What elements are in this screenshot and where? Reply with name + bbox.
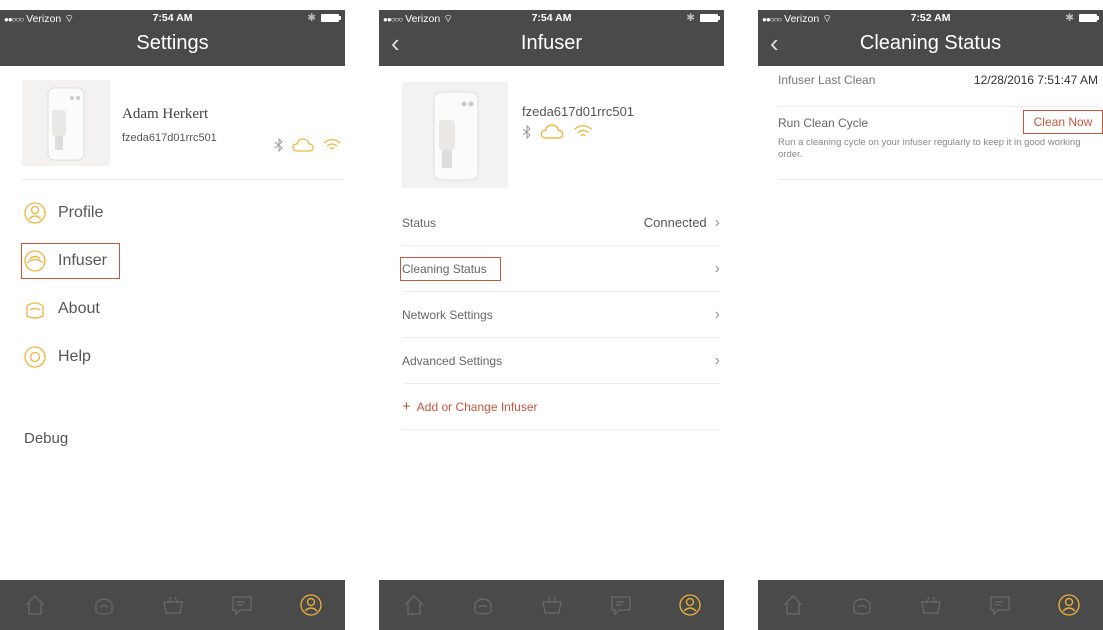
tab-basket[interactable]	[161, 593, 185, 617]
home-icon	[25, 595, 44, 615]
account-icon	[299, 594, 322, 616]
tab-chat[interactable]	[609, 593, 633, 617]
battery-icon	[1079, 14, 1099, 22]
infuser-highlight	[21, 243, 120, 279]
status-bar: ●●○○○ Verizon ⌔ 7:54 AM ✱	[379, 10, 724, 28]
cleaning-status-highlight	[400, 257, 501, 281]
home-icon	[783, 595, 802, 615]
last-clean-row: Infuser Last Clean 12/28/2016 7:51:47 AM	[778, 73, 1098, 107]
bluetooth-status-icon: ✱	[1065, 12, 1074, 24]
leaf-icon	[94, 598, 113, 615]
tab-account[interactable]	[1057, 593, 1081, 617]
row-network-settings[interactable]: Network Settings ›	[402, 292, 720, 338]
clean-cycle-row: Run Clean Cycle Clean Now Run a cleaning…	[778, 110, 1103, 180]
nav-bar: ●●○○○ Verizon ⌔ 7:52 AM ✱ ‹ Cleaning Statu…	[758, 10, 1103, 66]
device-id: fzeda617d01rrc501	[122, 132, 217, 144]
profile-icon	[24, 202, 46, 224]
row-advanced-settings[interactable]: Advanced Settings ›	[402, 338, 720, 384]
wifi-icon	[323, 138, 341, 150]
battery-icon	[321, 14, 341, 22]
cloud-icon	[292, 138, 314, 152]
last-clean-label: Infuser Last Clean	[778, 73, 876, 87]
tab-leaf[interactable]	[850, 593, 874, 617]
clean-now-button[interactable]: Clean Now	[1023, 110, 1103, 134]
tab-home[interactable]	[23, 593, 47, 617]
account-icon	[678, 594, 701, 616]
menu-label: Help	[58, 348, 91, 365]
row-label: Network Settings	[402, 307, 493, 322]
bluetooth-status-icon: ✱	[686, 12, 695, 24]
tab-basket[interactable]	[919, 593, 943, 617]
bluetooth-icon	[522, 124, 531, 139]
nav-bar: ●●○○○ Verizon ⌔ 7:54 AM ✱ ‹ Infuser	[379, 10, 724, 66]
chevron-right-icon: ›	[714, 259, 720, 277]
last-clean-value: 12/28/2016 7:51:47 AM	[973, 73, 1098, 87]
chat-icon	[989, 596, 1010, 616]
status-time: 7:52 AM	[910, 12, 951, 24]
tab-chat[interactable]	[988, 593, 1012, 617]
basket-icon	[920, 596, 941, 614]
infuser-screen: ●●○○○ Verizon ⌔ 7:54 AM ✱ ‹ Infuser fzeda6…	[379, 10, 724, 630]
tab-bar	[758, 580, 1103, 630]
chat-icon	[610, 596, 631, 616]
tab-leaf[interactable]	[92, 593, 116, 617]
status-time: 7:54 AM	[152, 12, 193, 24]
bluetooth-icon	[274, 138, 283, 152]
device-id: fzeda617d01rrc501	[522, 104, 635, 119]
status-bar: ●●○○○ Verizon ⌔ 7:54 AM ✱	[0, 10, 345, 28]
chat-icon	[231, 596, 252, 616]
tab-home[interactable]	[781, 593, 805, 617]
menu-item-help[interactable]: Help	[24, 342, 91, 372]
plus-icon: +	[402, 398, 411, 415]
debug-link[interactable]: Debug	[24, 430, 68, 447]
infuser-image	[22, 80, 110, 166]
settings-screen: ●●○○○ Verizon ⌔ 7:54 AM ✱ Settings Adam He…	[0, 10, 345, 630]
tab-chat[interactable]	[230, 593, 254, 617]
chevron-right-icon: ›	[714, 305, 720, 323]
bluetooth-status-icon: ✱	[307, 12, 316, 24]
tab-leaf[interactable]	[471, 593, 495, 617]
status-value: Connected	[643, 215, 707, 230]
row-label: Status	[402, 215, 437, 230]
profile-card[interactable]: Adam Herkert fzeda617d01rrc501	[22, 80, 344, 180]
add-label: Add or Change Infuser	[416, 399, 538, 414]
menu-item-profile[interactable]: Profile	[24, 198, 103, 228]
chevron-right-icon: ›	[714, 213, 720, 231]
basket-icon	[541, 596, 562, 614]
tab-home[interactable]	[402, 593, 426, 617]
tab-account[interactable]	[299, 593, 323, 617]
clean-cycle-title: Run Clean Cycle	[778, 116, 869, 130]
menu-item-about[interactable]: About	[24, 294, 100, 324]
page-title: Infuser	[520, 32, 583, 54]
nav-bar: ●●○○○ Verizon ⌔ 7:54 AM ✱ Settings	[0, 10, 345, 66]
infuser-image	[402, 82, 508, 188]
about-icon	[26, 302, 44, 319]
tab-account[interactable]	[678, 593, 702, 617]
row-label: Advanced Settings	[402, 353, 503, 368]
page-title: Cleaning Status	[859, 32, 1002, 54]
tab-basket[interactable]	[540, 593, 564, 617]
wifi-icon	[574, 124, 592, 137]
leaf-icon	[473, 598, 492, 615]
menu-label: About	[58, 300, 100, 317]
page-title: Settings	[136, 32, 209, 54]
row-status[interactable]: Status Connected ›	[402, 200, 720, 246]
help-icon	[24, 346, 46, 368]
tab-bar	[379, 580, 724, 630]
account-icon	[1057, 594, 1080, 616]
basket-icon	[162, 596, 183, 614]
chevron-right-icon: ›	[714, 351, 720, 369]
leaf-icon	[852, 598, 871, 615]
status-time: 7:54 AM	[531, 12, 572, 24]
battery-icon	[700, 14, 720, 22]
tab-bar	[0, 580, 345, 630]
cloud-icon	[540, 124, 564, 139]
cleaning-status-screen: ●●○○○ Verizon ⌔ 7:52 AM ✱ ‹ Cleaning Statu…	[758, 10, 1103, 630]
menu-label: Profile	[58, 204, 104, 221]
clean-cycle-description: Run a cleaning cycle on your infuser reg…	[778, 137, 1081, 160]
user-name: Adam Herkert	[122, 106, 209, 122]
home-icon	[404, 595, 423, 615]
add-infuser-button[interactable]: + Add or Change Infuser	[402, 384, 720, 430]
status-bar: ●●○○○ Verizon ⌔ 7:52 AM ✱	[758, 10, 1103, 28]
